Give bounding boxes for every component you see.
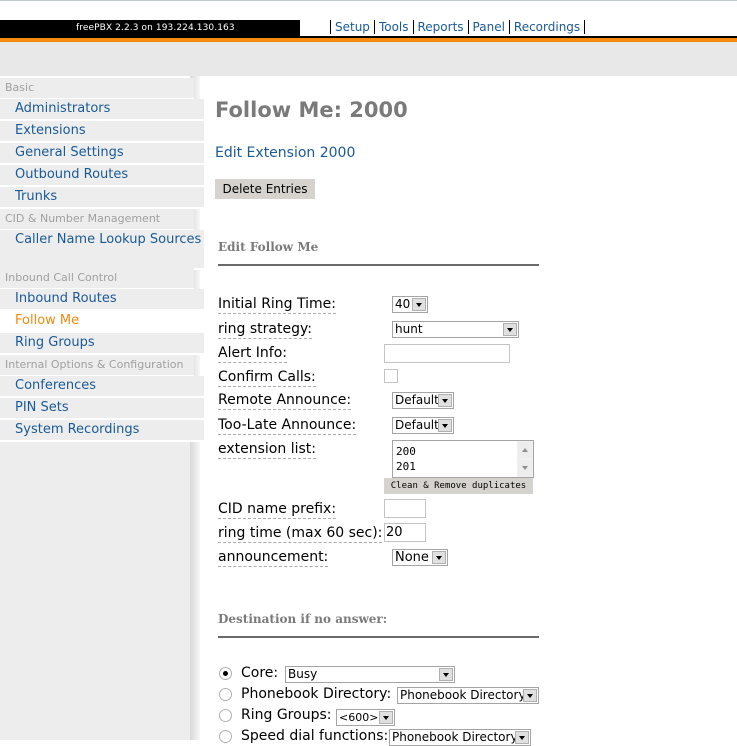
too-late-announce-label: Too-Late Announce: (218, 417, 357, 435)
sidebar-category-basic: Basic (0, 78, 194, 100)
destination-core-label: Core: (241, 665, 279, 681)
sidebar-category-inbound: Inbound Call Control (0, 268, 194, 290)
confirm-calls-label: Confirm Calls: (218, 369, 316, 387)
header-band (0, 42, 737, 76)
too-late-announce-value: Default (395, 418, 439, 432)
destination-radio-ring-groups[interactable] (219, 709, 232, 722)
nav-recordings[interactable]: Recordings (514, 20, 580, 34)
destination-phonebook-label: Phonebook Directory: (241, 686, 392, 702)
destination-core-select[interactable]: Busy (285, 666, 455, 683)
destination-speed-dial-value: Phonebook Directory (392, 730, 518, 744)
top-border (0, 0, 737, 1)
section-divider (218, 264, 539, 266)
sidebar-item-ring-groups[interactable]: Ring Groups (0, 333, 204, 355)
chevron-down-icon (439, 668, 453, 681)
alert-info-input[interactable] (384, 344, 510, 363)
sidebar-item-inbound-routes[interactable]: Inbound Routes (0, 289, 204, 311)
page-title: Follow Me: 2000 (215, 98, 408, 122)
brand-title: freePBX 2.2.3 on 193.224.130.163 (76, 23, 235, 33)
ring-strategy-value: hunt (395, 322, 423, 336)
scroll-up-icon[interactable] (518, 442, 532, 458)
chevron-down-icon (412, 298, 426, 311)
sidebar-item-caller-name-lookup[interactable]: Caller Name Lookup Sources (0, 230, 204, 270)
chevron-down-icon (432, 551, 446, 564)
header-notch (284, 20, 300, 36)
extension-list-textarea[interactable]: 200 201 (392, 440, 534, 478)
cid-name-prefix-label: CID name prefix: (218, 501, 337, 519)
destination-phonebook-select[interactable]: Phonebook Directory (397, 687, 539, 704)
initial-ring-time-select[interactable]: 40 (392, 296, 428, 313)
initial-ring-time-label: Initial Ring Time: (218, 296, 336, 314)
destination-phonebook-value: Phonebook Directory (400, 688, 526, 702)
sidebar-item-follow-me[interactable]: Follow Me (0, 311, 204, 333)
cid-name-prefix-input[interactable] (384, 499, 426, 518)
too-late-announce-select[interactable]: Default (392, 417, 454, 434)
destination-ring-groups-label: Ring Groups: (241, 707, 332, 723)
chevron-down-icon (523, 689, 537, 702)
nav-panel[interactable]: Panel (473, 20, 505, 34)
nav-separator (508, 20, 510, 34)
destination-speed-dial-select[interactable]: Phonebook Directory (389, 729, 531, 746)
top-navigation: Setup Tools Reports Panel Recordings (330, 20, 589, 34)
ring-strategy-select[interactable]: hunt (392, 321, 519, 338)
ring-time-label: ring time (max 60 sec): (218, 525, 383, 543)
confirm-calls-checkbox[interactable] (384, 369, 398, 383)
initial-ring-time-value: 40 (395, 297, 411, 311)
sidebar-item-general-settings[interactable]: General Settings (0, 143, 204, 165)
textarea-scrollbar[interactable] (517, 441, 533, 477)
chevron-down-icon (515, 731, 529, 744)
nav-separator (467, 20, 469, 34)
nav-separator (584, 20, 586, 34)
ring-strategy-label: ring strategy: (218, 321, 312, 339)
sidebar-item-system-recordings[interactable]: System Recordings (0, 420, 204, 442)
remote-announce-select[interactable]: Default (392, 392, 454, 409)
sidebar-item-administrators[interactable]: Administrators (0, 99, 204, 121)
announcement-label: announcement: (218, 549, 329, 567)
extension-list-entry: 201 (396, 460, 416, 473)
nav-separator (330, 20, 331, 34)
destination-core-value: Busy (288, 667, 318, 681)
sidebar-item-outbound-routes[interactable]: Outbound Routes (0, 165, 204, 187)
nav-separator (373, 20, 375, 34)
alert-info-label: Alert Info: (218, 345, 287, 363)
sidebar-category-cid: CID & Number Management (0, 209, 194, 231)
clean-remove-duplicates-button[interactable]: Clean & Remove duplicates (384, 478, 533, 494)
destination-section-heading: Destination if no answer: (218, 612, 388, 626)
chevron-down-icon (438, 419, 452, 432)
chevron-down-icon (379, 711, 393, 724)
chevron-down-icon (438, 394, 452, 407)
destination-ring-groups-value: <600> (339, 711, 379, 724)
sidebar-category-internal: Internal Options & Configuration (0, 355, 194, 377)
delete-entries-button[interactable]: Delete Entries (215, 179, 315, 199)
announcement-select[interactable]: None (392, 549, 448, 566)
edit-extension-link[interactable]: Edit Extension 2000 (215, 145, 355, 161)
sidebar-item-conferences[interactable]: Conferences (0, 376, 204, 398)
remote-announce-value: Default (395, 393, 439, 407)
edit-section-heading: Edit Follow Me (218, 240, 319, 254)
ring-time-input[interactable]: 20 (384, 523, 426, 542)
chevron-down-icon (503, 323, 517, 336)
announcement-value: None (395, 550, 429, 565)
nav-tools[interactable]: Tools (379, 20, 409, 34)
extension-list-entry: 200 (396, 445, 416, 458)
section-divider (218, 636, 539, 638)
destination-radio-speed-dial[interactable] (219, 730, 232, 743)
scroll-down-icon[interactable] (518, 460, 532, 476)
sidebar-item-pin-sets[interactable]: PIN Sets (0, 398, 204, 420)
nav-separator (412, 20, 414, 34)
destination-radio-phonebook[interactable] (219, 688, 232, 701)
nav-setup[interactable]: Setup (335, 20, 370, 34)
remote-announce-label: Remote Announce: (218, 392, 352, 410)
destination-ring-groups-select[interactable]: <600> (336, 709, 395, 726)
destination-speed-dial-label: Speed dial functions: (241, 728, 389, 744)
sidebar-item-trunks[interactable]: Trunks (0, 187, 204, 209)
extension-list-label: extension list: (218, 441, 316, 459)
nav-reports[interactable]: Reports (418, 20, 464, 34)
destination-radio-core[interactable] (219, 667, 232, 680)
sidebar-item-extensions[interactable]: Extensions (0, 121, 204, 143)
